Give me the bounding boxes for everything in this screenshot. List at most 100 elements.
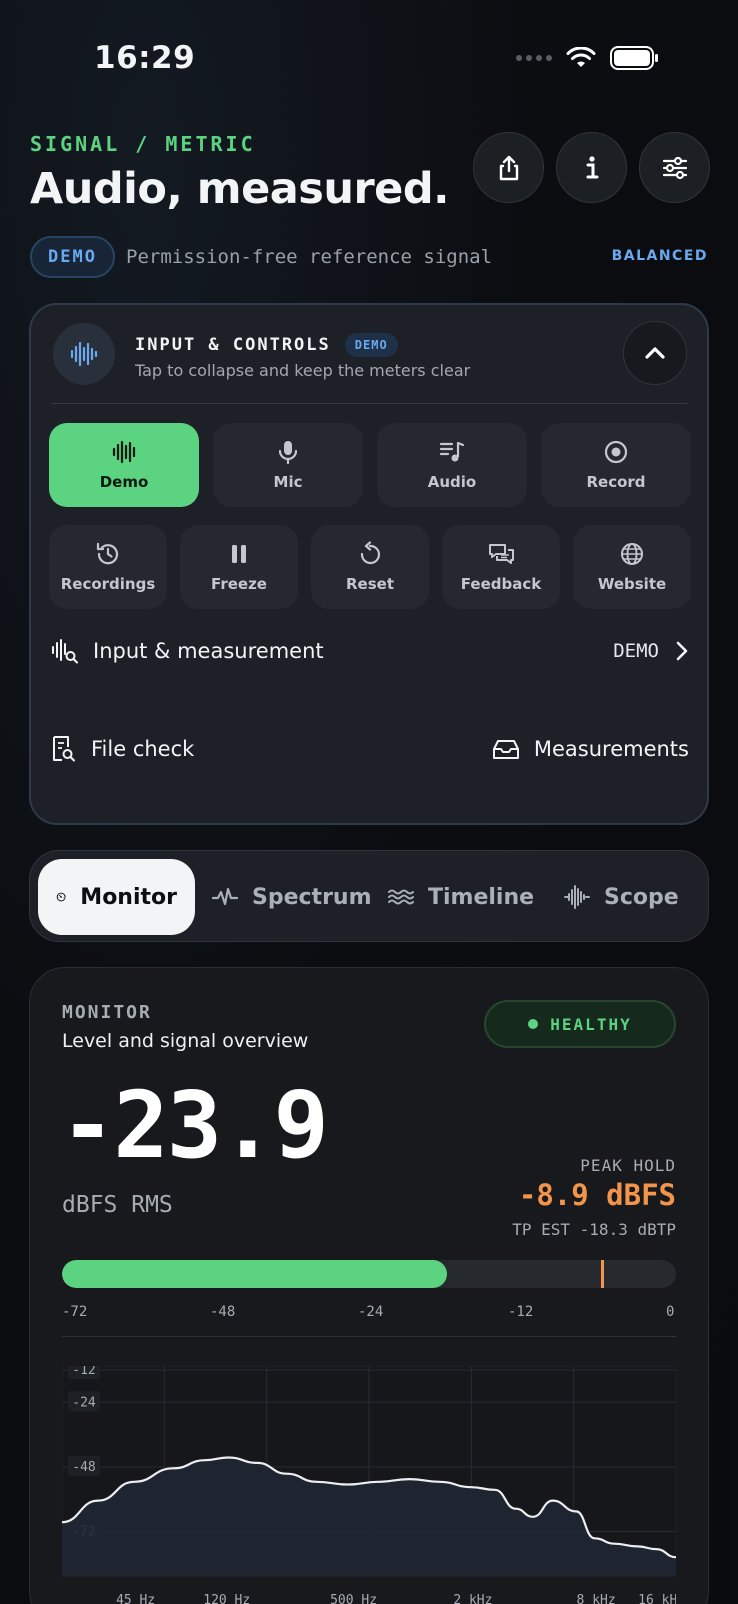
controls-divider <box>51 403 687 404</box>
music-list-icon <box>439 441 465 462</box>
controls-title-row: INPUT & CONTROLS DEMO <box>135 333 398 357</box>
input-controls-card: INPUT & CONTROLS DEMO Tap to collapse an… <box>29 303 709 825</box>
rms-unit: dBFS RMS <box>62 1192 173 1218</box>
scale-tick: -48 <box>210 1304 236 1320</box>
waveform-icon <box>112 440 136 464</box>
peak-hold-label: PEAK HOLD <box>580 1156 676 1175</box>
y-tick-label: -48 <box>72 1460 95 1475</box>
share-icon <box>499 155 518 180</box>
level-scale: -72 -48 -24 -12 0 <box>62 1304 676 1324</box>
chevron-right-icon <box>676 641 688 661</box>
peak-hold-marker <box>601 1260 605 1288</box>
gauge-icon <box>56 892 66 902</box>
mode-demo-button[interactable]: Demo <box>49 423 199 507</box>
demo-mode-pill[interactable]: DEMO <box>30 236 115 278</box>
file-check-label: File check <box>91 737 195 761</box>
chat-icon <box>489 544 514 564</box>
scale-tick: -12 <box>508 1304 534 1320</box>
input-measurement-value-group: DEMO <box>613 640 689 662</box>
info-button[interactable] <box>556 132 627 203</box>
mode-demo-label: Demo <box>99 473 149 491</box>
info-icon <box>586 155 598 178</box>
controls-demo-badge: DEMO <box>344 333 398 357</box>
y-tick-label: -12 <box>72 1366 95 1378</box>
monitor-card: MONITOR Level and signal overview HEALTH… <box>29 967 709 1604</box>
controls-subtitle: Tap to collapse and keep the meters clea… <box>135 361 471 380</box>
battery-icon <box>610 46 658 70</box>
tab-scope-label: Scope <box>604 884 679 910</box>
view-tab-bar: Monitor Spectrum Timeline Scope <box>29 850 709 942</box>
page-title: Audio, measured. <box>30 164 449 214</box>
waveform-icon <box>70 341 98 367</box>
controls-title: INPUT & CONTROLS <box>135 335 331 355</box>
tray-icon <box>492 740 519 759</box>
level-meter <box>62 1260 676 1288</box>
status-badge-label: HEALTHY <box>550 1014 632 1034</box>
header-actions <box>473 132 710 203</box>
controls-waveform-badge <box>53 323 115 385</box>
peak-hold-value: -8.9 dBFS <box>518 1178 676 1212</box>
mode-audio-button[interactable]: Audio <box>377 423 527 507</box>
scale-tick: 0 <box>666 1304 675 1320</box>
tab-monitor[interactable]: Monitor <box>38 859 195 935</box>
measurements-button[interactable]: Measurements <box>492 737 689 761</box>
monitor-subtitle: Level and signal overview <box>62 1030 309 1052</box>
status-time: 16:29 <box>94 40 196 76</box>
mode-record-label: Record <box>586 473 646 491</box>
website-button[interactable]: Website <box>573 525 691 609</box>
measurements-label: Measurements <box>533 737 689 761</box>
level-meter-fill <box>62 1260 447 1288</box>
y-tick-label: -24 <box>72 1395 96 1410</box>
file-search-icon <box>53 736 75 762</box>
demo-note: Permission-free reference signal <box>126 246 493 268</box>
x-tick-label: 2 kHz <box>453 1593 492 1604</box>
status-dot-icon <box>528 1019 539 1029</box>
x-tick-label: 16 kHz <box>638 1593 676 1604</box>
collapse-button[interactable] <box>623 321 687 385</box>
record-icon <box>604 440 628 464</box>
scale-tick: -24 <box>358 1304 384 1320</box>
file-check-button[interactable]: File check <box>51 735 194 763</box>
mode-mic-label: Mic <box>273 473 303 491</box>
mode-mic-button[interactable]: Mic <box>213 423 363 507</box>
status-badge: HEALTHY <box>484 1000 676 1048</box>
recordings-button[interactable]: Recordings <box>49 525 167 609</box>
mode-record-button[interactable]: Record <box>541 423 691 507</box>
mic-icon <box>278 441 298 465</box>
tab-timeline[interactable]: Timeline <box>388 859 534 935</box>
spectrum-preview-chart: -12-24-48-7245 Hz120 Hz500 Hz2 kHz8 kHz1… <box>62 1366 676 1604</box>
status-indicators <box>516 46 658 70</box>
website-label: Website <box>597 575 667 593</box>
recordings-label: Recordings <box>60 575 156 593</box>
scale-tick: -72 <box>62 1304 88 1320</box>
freeze-label: Freeze <box>211 575 267 593</box>
x-tick-label: 8 kHz <box>577 1593 616 1604</box>
reset-button[interactable]: Reset <box>311 525 429 609</box>
true-peak-estimate: TP EST -18.3 dBTP <box>512 1220 676 1239</box>
freeze-button[interactable]: Freeze <box>180 525 298 609</box>
settings-button[interactable] <box>639 132 710 203</box>
tab-scope[interactable]: Scope <box>564 859 679 935</box>
share-button[interactable] <box>473 132 544 203</box>
pulse-icon <box>212 887 238 906</box>
oscilloscope-icon <box>564 885 590 909</box>
input-measurement-row[interactable]: Input & measurement DEMO <box>51 637 689 665</box>
input-measurement-value: DEMO <box>613 640 659 662</box>
x-tick-label: 45 Hz <box>116 1593 155 1604</box>
monitor-eyebrow: MONITOR <box>62 1002 152 1023</box>
tab-spectrum[interactable]: Spectrum <box>212 859 372 935</box>
app-eyebrow: SIGNAL / METRIC <box>30 132 256 156</box>
waveform-search-icon <box>52 639 78 664</box>
rms-value: -23.9 <box>60 1072 329 1179</box>
tab-timeline-label: Timeline <box>428 884 535 910</box>
x-tick-label: 500 Hz <box>330 1593 377 1604</box>
reset-icon <box>360 541 381 565</box>
waves-icon <box>388 889 414 905</box>
tab-monitor-label: Monitor <box>80 884 177 910</box>
feedback-button[interactable]: Feedback <box>442 525 560 609</box>
history-icon <box>96 542 119 565</box>
globe-icon <box>621 543 643 565</box>
pause-icon <box>232 545 246 563</box>
cellular-signal-icon <box>516 55 552 61</box>
profile-label[interactable]: BALANCED <box>612 248 708 264</box>
